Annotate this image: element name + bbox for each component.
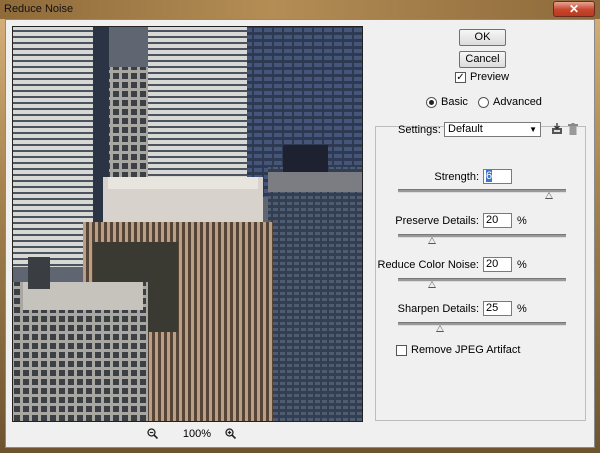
- advanced-radio[interactable]: [478, 96, 489, 108]
- close-button[interactable]: ✕: [553, 1, 595, 17]
- reduce-color-noise-label: Reduce Color Noise:: [377, 259, 480, 271]
- title-bar: Reduce Noise ✕: [0, 0, 600, 19]
- preview-image[interactable]: [12, 26, 363, 422]
- reduce-color-noise-unit: %: [517, 259, 527, 271]
- sharpen-details-slider-thumb[interactable]: [436, 325, 444, 332]
- cancel-button[interactable]: Cancel: [459, 51, 506, 68]
- settings-label: Settings:: [398, 124, 441, 136]
- jpeg-artifact-row[interactable]: Remove JPEG Artifact: [396, 344, 520, 356]
- window-title: Reduce Noise: [4, 3, 74, 15]
- trash-icon[interactable]: [568, 123, 578, 135]
- ok-button[interactable]: OK: [459, 29, 506, 46]
- basic-label: Basic: [441, 96, 468, 108]
- chevron-down-icon: ▼: [529, 125, 537, 134]
- save-preset-icon[interactable]: [551, 123, 563, 135]
- zoom-in-icon[interactable]: [225, 428, 236, 439]
- reduce-color-noise-slider-thumb[interactable]: [428, 281, 436, 288]
- preview-checkbox-row[interactable]: ✓ Preview: [455, 71, 509, 83]
- reduce-color-noise-slider-track[interactable]: [398, 278, 566, 282]
- preserve-details-unit: %: [517, 215, 527, 227]
- strength-input[interactable]: 6: [483, 169, 512, 184]
- sharpen-details-slider-track[interactable]: [398, 322, 566, 326]
- strength-slider-thumb[interactable]: [545, 192, 553, 199]
- preserve-details-label: Preserve Details:: [395, 215, 479, 227]
- basic-radio[interactable]: [426, 96, 437, 108]
- sharpen-details-unit: %: [517, 303, 527, 315]
- remove-jpeg-artifact-checkbox[interactable]: [396, 344, 407, 356]
- preserve-details-input[interactable]: 20: [483, 213, 512, 228]
- advanced-label: Advanced: [493, 96, 542, 108]
- reduce-noise-dialog: 100% OK Cancel ✓ Preview Basic Advanced …: [5, 19, 595, 448]
- remove-jpeg-artifact-label: Remove JPEG Artifact: [411, 344, 521, 356]
- strength-slider-track[interactable]: [398, 189, 566, 193]
- sharpen-details-input[interactable]: 25: [483, 301, 512, 316]
- mode-advanced-row[interactable]: Advanced: [478, 96, 542, 108]
- sharpen-details-label: Sharpen Details:: [397, 303, 479, 315]
- zoom-out-icon[interactable]: [147, 428, 158, 439]
- city-buildings-image: [13, 27, 362, 421]
- strength-label: Strength:: [434, 171, 479, 183]
- settings-value: Default: [448, 123, 483, 135]
- strength-value: 6: [486, 170, 493, 182]
- settings-dropdown[interactable]: Default ▼: [444, 122, 541, 137]
- zoom-level: 100%: [182, 428, 212, 440]
- preview-label: Preview: [470, 71, 510, 83]
- mode-basic-row[interactable]: Basic: [426, 96, 468, 108]
- preserve-details-slider-thumb[interactable]: [428, 237, 436, 244]
- preview-checkbox[interactable]: ✓: [455, 71, 466, 83]
- zoom-bar: 100%: [12, 426, 363, 444]
- reduce-color-noise-input[interactable]: 20: [483, 257, 512, 272]
- preserve-details-slider-track[interactable]: [398, 234, 566, 238]
